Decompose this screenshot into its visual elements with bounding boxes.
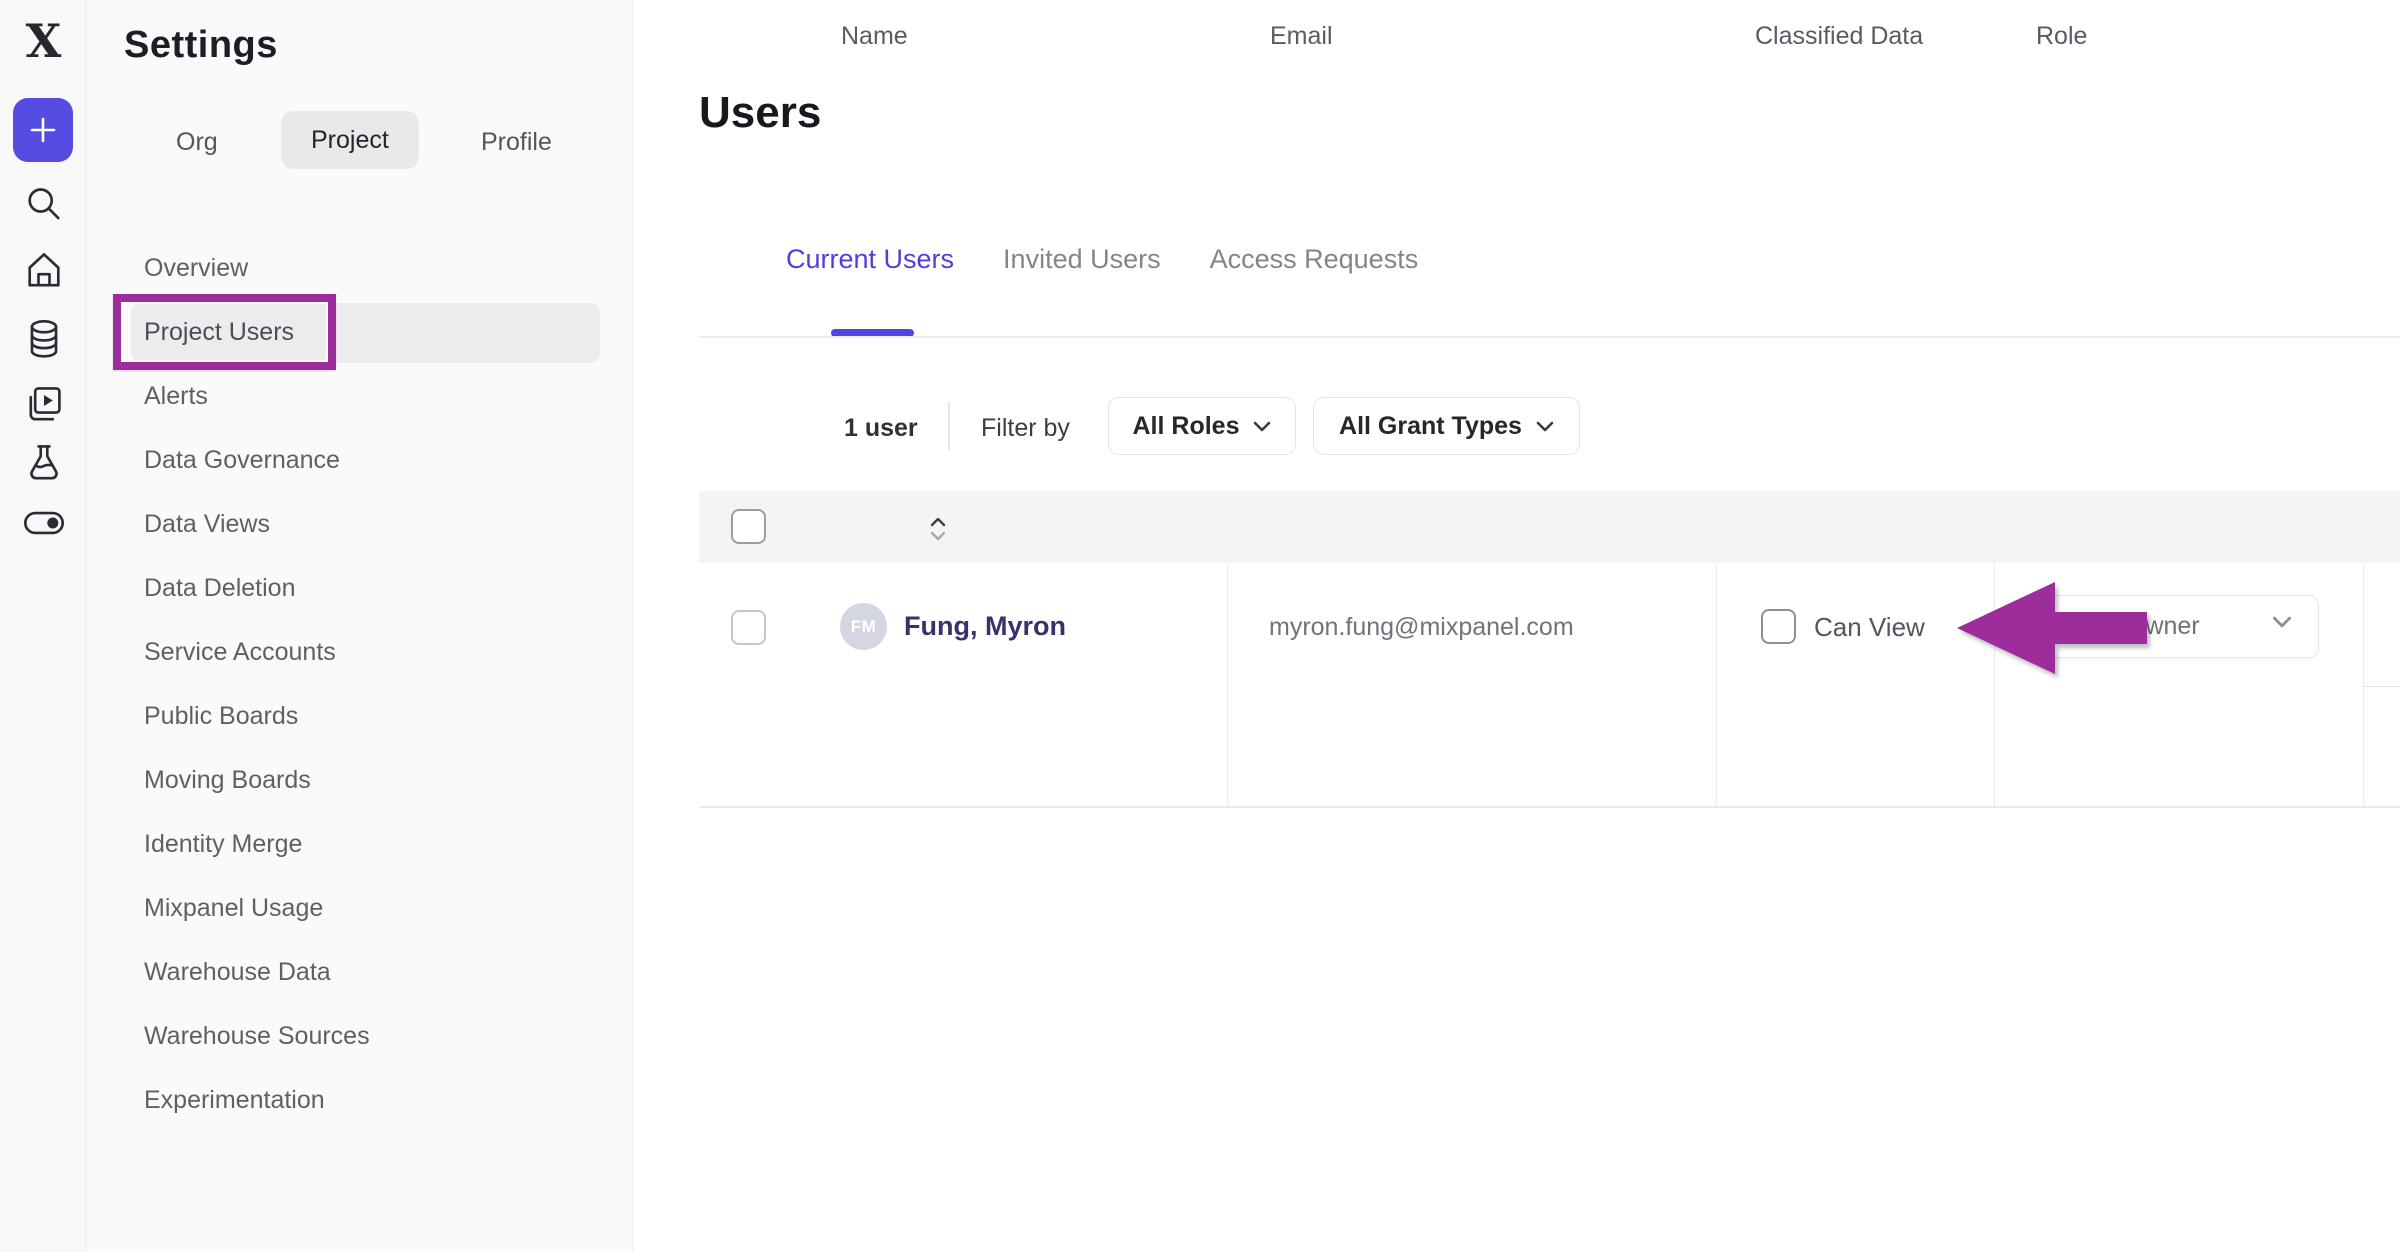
home-icon[interactable] [0,250,87,294]
tab-invited-users[interactable]: Invited Users [1003,244,1161,275]
sidebar-item-data-deletion[interactable]: Data Deletion [88,556,633,620]
all-grant-types-label: All Grant Types [1339,412,1522,441]
scope-tab-org[interactable]: Org [176,128,218,157]
all-roles-dropdown[interactable]: All Roles [1108,397,1296,455]
data-management-icon[interactable] [0,318,87,364]
column-divider [2363,563,2364,807]
filter-by-label: Filter by [981,409,1070,447]
column-divider [1716,563,1717,807]
settings-sidebar: Settings Org Project Profile Overview Pr… [88,0,633,1252]
tab-current-users[interactable]: Current Users [786,244,954,275]
tabs-divider [699,336,2400,338]
create-plus-button[interactable] [13,98,73,162]
project-users-panel: Users Current Users Invited Users Access… [633,0,2400,1252]
chevron-down-icon [1536,421,1554,432]
column-header-name[interactable]: Name [841,0,908,72]
experiments-flask-icon[interactable] [0,442,87,488]
select-all-checkbox[interactable] [731,509,766,544]
user-count: 1 user [844,409,918,447]
sidebar-item-moving-boards[interactable]: Moving Boards [88,748,633,812]
sidebar-item-overview[interactable]: Overview [88,236,633,300]
chevron-down-icon [1253,421,1271,432]
avatar: FM [840,603,887,650]
sidebar-item-warehouse-sources[interactable]: Warehouse Sources [88,1004,633,1068]
settings-title: Settings [124,24,278,67]
all-grant-types-dropdown[interactable]: All Grant Types [1313,397,1580,455]
sidebar-item-data-governance[interactable]: Data Governance [88,428,633,492]
sidebar-item-experimentation[interactable]: Experimentation [88,1068,633,1132]
sort-icon[interactable] [928,516,948,540]
sidebar-item-data-views[interactable]: Data Views [88,492,633,556]
search-icon[interactable] [0,184,87,228]
column-header-role[interactable]: Role [2036,0,2087,72]
row-select-checkbox[interactable] [731,610,766,645]
annotation-arrow-icon [1955,580,2151,681]
page-title: Users [699,88,821,138]
icon-rail: X [0,0,87,1252]
column-header-classified-data[interactable]: Classified Data [1755,0,1923,72]
mixpanel-settings-app: X [0,0,2400,1252]
mixpanel-logo-icon[interactable]: X [0,10,87,72]
toolbar-divider [948,402,950,450]
users-tabs: Current Users Invited Users Access Reque… [786,244,1418,275]
sidebar-item-mixpanel-usage[interactable]: Mixpanel Usage [88,876,633,940]
column-header-email[interactable]: Email [1270,0,1333,72]
user-email: myron.fung@mixpanel.com [1269,613,1574,642]
scope-tab-profile[interactable]: Profile [481,128,552,157]
classified-data-checkbox[interactable] [1761,609,1796,644]
sidebar-item-warehouse-data[interactable]: Warehouse Data [88,940,633,1004]
tab-access-requests[interactable]: Access Requests [1210,244,1419,275]
chevron-down-icon [2272,616,2292,628]
scope-tab-project[interactable]: Project [281,111,419,169]
all-roles-label: All Roles [1133,412,1240,441]
boards-icon[interactable] [0,384,87,428]
row-divider-partial [2363,686,2400,687]
sidebar-item-service-accounts[interactable]: Service Accounts [88,620,633,684]
row-divider [699,806,2400,808]
user-name-link[interactable]: Fung, Myron [904,611,1066,642]
table-header [699,491,2400,563]
plus-icon [28,115,58,145]
classified-data-label: Can View [1814,612,1925,643]
sidebar-item-public-boards[interactable]: Public Boards [88,684,633,748]
sidebar-item-alerts[interactable]: Alerts [88,364,633,428]
settings-menu: Overview Project Users Alerts Data Gover… [88,236,633,1132]
sidebar-item-identity-merge[interactable]: Identity Merge [88,812,633,876]
column-divider [1227,563,1228,807]
sidebar-item-project-users[interactable]: Project Users [88,300,633,364]
feature-toggle-icon[interactable] [0,508,87,538]
